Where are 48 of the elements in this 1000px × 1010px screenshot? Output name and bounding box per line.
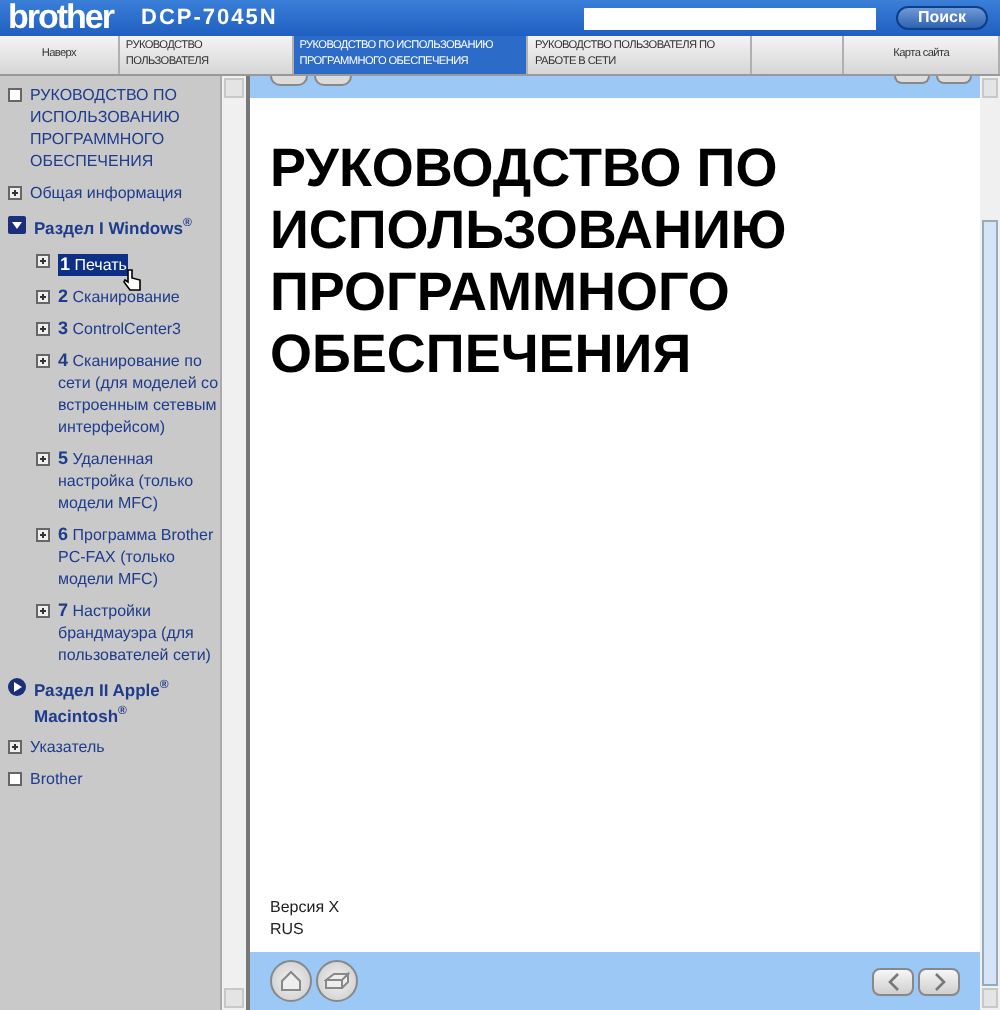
topic-link[interactable]: 3 ControlCenter3 bbox=[58, 317, 181, 340]
topic-link[interactable]: 2 Сканирование bbox=[58, 285, 180, 308]
page-icon bbox=[8, 88, 22, 102]
search-button[interactable]: Поиск bbox=[896, 6, 988, 30]
topic-link[interactable]: 7 Настройки брандмауэра (для пользователей сети) bbox=[58, 599, 220, 666]
expand-icon[interactable] bbox=[36, 603, 50, 618]
collapse-icon[interactable] bbox=[8, 216, 26, 234]
home-button[interactable] bbox=[270, 960, 312, 1002]
version-text: Версия X bbox=[270, 896, 342, 918]
model-name: DCP-7045N bbox=[141, 6, 278, 30]
expand-icon[interactable] bbox=[36, 353, 50, 368]
topic-link[interactable]: 5 Удаленная настройка (только модели MFC) bbox=[58, 447, 220, 514]
home-icon bbox=[280, 970, 302, 992]
topic-link[interactable]: 6 Программа Brother PC-FAX (только модели MFC) bbox=[58, 523, 220, 590]
scrollbar[interactable] bbox=[980, 76, 1000, 1010]
topic-link[interactable]: Общая информация bbox=[30, 182, 183, 204]
topic-link[interactable]: РУКОВОДСТВО ПО ИСПОЛЬЗОВАНИЮ ПРОГРАММНОГО ОБЕСПЕЧЕНИЯ bbox=[30, 84, 220, 172]
round-button[interactable] bbox=[270, 76, 308, 86]
nav-button[interactable] bbox=[894, 76, 930, 84]
brand-logo: brother bbox=[8, 0, 113, 36]
hand-cursor-icon bbox=[122, 267, 142, 292]
page-icon bbox=[8, 772, 22, 787]
chevron-right-icon bbox=[931, 971, 947, 991]
expand-icon[interactable] bbox=[8, 740, 22, 755]
expand-icon[interactable] bbox=[36, 451, 50, 466]
search-field[interactable] bbox=[584, 7, 876, 29]
section-link[interactable]: Раздел I Windows$^{®}$ bbox=[34, 214, 192, 240]
expand-icon[interactable] bbox=[36, 321, 50, 336]
expand-icon[interactable] bbox=[36, 253, 50, 268]
topic-link[interactable]: 1 Печать bbox=[58, 253, 129, 276]
topic-link[interactable]: Указатель bbox=[30, 736, 105, 759]
topic-link[interactable]: Brother bbox=[30, 768, 83, 791]
document-title: РУКОВОДСТВО ПО ИСПОЛЬЗОВАНИЮ ПРОГРАММНОГО ОБЕСПЕЧЕНИЯ bbox=[270, 138, 789, 386]
expand-icon[interactable] bbox=[36, 527, 50, 542]
scrollbar[interactable] bbox=[220, 76, 246, 1010]
next-button[interactable] bbox=[918, 967, 960, 995]
expand-icon[interactable] bbox=[36, 289, 50, 304]
round-button[interactable] bbox=[314, 76, 352, 86]
nav-button[interactable] bbox=[936, 76, 972, 84]
topic-link[interactable]: 4 Сканирование по сети (для моделей со встроенным сетевым интерфейсом) bbox=[58, 349, 220, 438]
expand-icon[interactable] bbox=[8, 186, 22, 200]
expand-icon[interactable] bbox=[8, 677, 26, 696]
previous-button[interactable] bbox=[872, 967, 914, 995]
section-link[interactable]: Раздел II Apple$^{®}$ Macintosh$^{®}$ bbox=[34, 675, 220, 727]
chevron-left-icon bbox=[885, 971, 901, 991]
printer-icon bbox=[324, 970, 350, 992]
language-text: RUS bbox=[270, 918, 306, 940]
print-button[interactable] bbox=[316, 960, 358, 1002]
